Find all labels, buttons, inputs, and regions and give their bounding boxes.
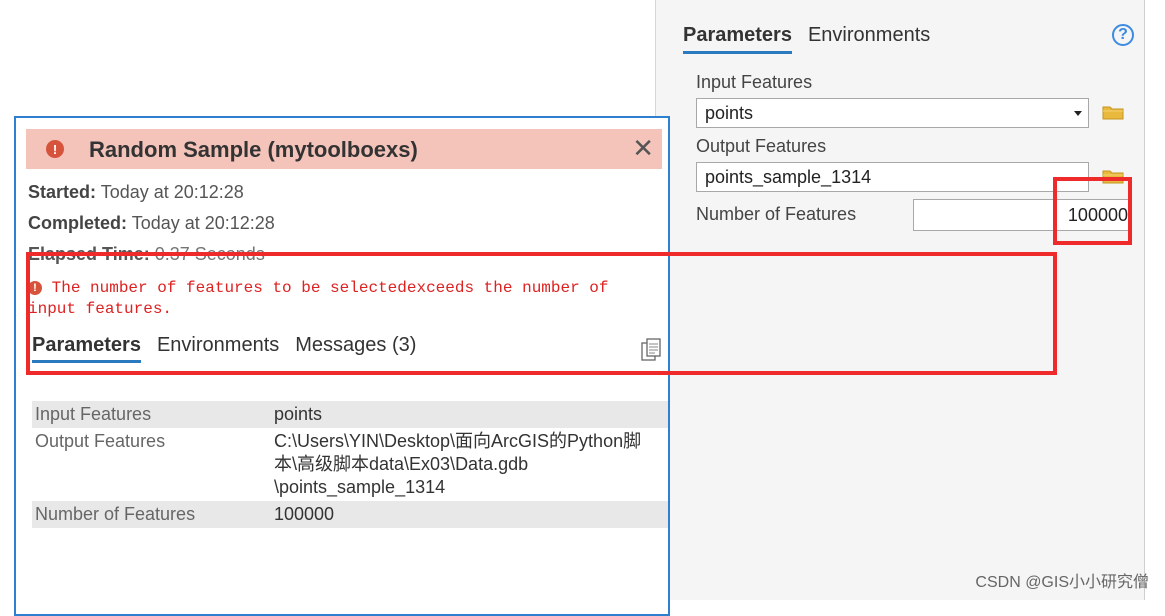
param-value-line: \points_sample_1314	[274, 477, 446, 497]
param-value-line: 本\高级脚本data\Ex03\Data.gdb	[274, 454, 529, 474]
folder-icon[interactable]	[1102, 104, 1124, 120]
popup-title: Random Sample (mytoolboexs)	[89, 137, 418, 162]
param-value: points	[274, 404, 323, 424]
started-label: Started:	[28, 182, 97, 202]
chevron-down-icon	[1074, 111, 1082, 116]
table-row: Input Features points	[32, 401, 668, 428]
param-name: Output Features	[35, 431, 166, 451]
table-row: Number of Features 100000	[32, 501, 668, 528]
tab-environments[interactable]: Environments	[808, 24, 930, 54]
param-value-line: C:\Users\YIN\Desktop\面向ArcGIS的Python脚	[274, 431, 642, 451]
watermark: CSDN @GIS小小研究僧	[975, 574, 1149, 591]
param-value: 100000	[274, 504, 335, 524]
tab-parameters[interactable]: Parameters	[683, 24, 792, 54]
completed-value: Today at 20:12:28	[131, 213, 275, 233]
input-features-value: points	[705, 103, 754, 123]
started-value: Today at 20:12:28	[100, 182, 244, 202]
output-features-label: Output Features	[696, 136, 827, 156]
param-value: C:\Users\YIN\Desktop\面向ArcGIS的Python脚 本\…	[271, 428, 668, 501]
help-icon[interactable]: ?	[1112, 24, 1134, 46]
number-of-features-label: Number of Features	[696, 204, 857, 224]
parameter-table: Input Features points Output Features C:…	[32, 401, 668, 528]
error-highlight-box	[26, 252, 1057, 375]
popup-header: ! Random Sample (mytoolboexs) ✕	[26, 129, 662, 169]
gp-tab-bar: Parameters Environments	[683, 24, 930, 54]
completed-label: Completed:	[28, 213, 127, 233]
param-name: Input Features	[35, 404, 152, 424]
close-icon[interactable]: ✕	[632, 133, 654, 163]
input-features-dropdown[interactable]: points	[696, 98, 1089, 128]
table-row: Output Features C:\Users\YIN\Desktop\面向A…	[32, 428, 668, 501]
param-name: Number of Features	[35, 504, 196, 524]
error-icon: !	[46, 140, 64, 158]
output-features-input[interactable]: points_sample_1314	[696, 162, 1089, 192]
value-highlight-box	[1053, 177, 1132, 245]
started-info: Started: Today at 20:12:28	[28, 182, 244, 203]
input-features-label: Input Features	[696, 72, 813, 92]
output-features-value: points_sample_1314	[705, 167, 872, 187]
completed-info: Completed: Today at 20:12:28	[28, 213, 275, 234]
